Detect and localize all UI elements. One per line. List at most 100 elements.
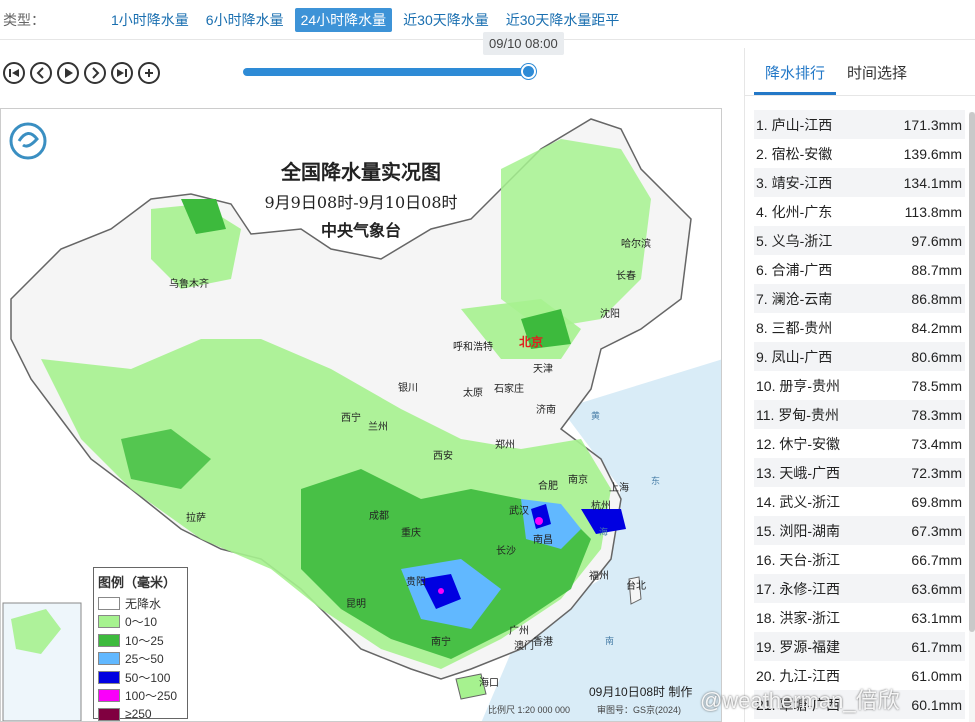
map-scale: 比例尺 1:20 000 000: [488, 705, 571, 715]
ranking-row[interactable]: 13. 天峨-广西 72.3mm: [754, 458, 965, 487]
city-label: 郑州: [495, 440, 515, 451]
legend-item: 无降水: [98, 594, 183, 613]
ranking-row[interactable]: 7. 澜沧-云南 86.8mm: [754, 284, 965, 313]
ranking-row[interactable]: 18. 洪家-浙江 63.1mm: [754, 603, 965, 632]
station-name: 19. 罗源-福建: [756, 638, 841, 655]
station-name: 12. 休宁-安徽: [756, 435, 841, 452]
precip-value: 86.8mm: [911, 290, 962, 307]
station-name: 10. 册亨-贵州: [756, 377, 841, 394]
precip-value: 139.6mm: [903, 145, 962, 162]
legend-title: 图例（毫米）: [98, 575, 177, 590]
legend-item: 0～10: [98, 613, 183, 632]
station-name: 6. 合浦-广西: [756, 261, 833, 278]
tab-precip-ranking[interactable]: 降水排行: [754, 62, 837, 95]
review-number: 审图号：GS京(2024): [597, 705, 682, 715]
city-label: 台北: [626, 581, 646, 592]
slider-track[interactable]: [243, 68, 529, 76]
sea-label: 东: [651, 476, 661, 486]
ranking-row[interactable]: 3. 靖安-江西 134.1mm: [754, 168, 965, 197]
station-name: 15. 浏阳-湖南: [756, 522, 841, 539]
zoom-in-icon[interactable]: [138, 62, 160, 84]
tab-6h-precip[interactable]: 6小时降水量: [200, 8, 290, 32]
map-agency: 中央气象台: [320, 221, 401, 240]
ranking-row[interactable]: 15. 浏阳-湖南 67.3mm: [754, 516, 965, 545]
precip-map[interactable]: 全国降水量实况图 9月9日08时-9月10日08时 中央气象台 乌鲁木齐 哈尔滨长…: [0, 108, 722, 722]
legend-item: 100～250: [98, 687, 183, 706]
ranking-row[interactable]: 5. 义乌-浙江 97.6mm: [754, 226, 965, 255]
ranking-row[interactable]: 2. 宿松-安徽 139.6mm: [754, 139, 965, 168]
city-label: 上海: [609, 483, 629, 494]
station-name: 17. 永修-江西: [756, 580, 841, 597]
ranking-row[interactable]: 16. 天台-浙江 66.7mm: [754, 545, 965, 574]
precip-value: 84.2mm: [911, 319, 962, 336]
city-label: 武汉: [509, 506, 529, 517]
ranking-row[interactable]: 1. 庐山-江西 171.3mm: [754, 110, 965, 139]
station-name: 1. 庐山-江西: [756, 116, 833, 133]
city-label: 澳门: [514, 641, 534, 652]
legend-swatch: [98, 615, 120, 629]
tab-30d-precip[interactable]: 近30天降水量: [397, 8, 495, 32]
made-time: 09月10日08时 制作: [589, 685, 693, 699]
skip-first-icon[interactable]: [3, 62, 25, 84]
legend-label: 10～25: [125, 633, 164, 648]
city-label: 哈尔滨: [621, 239, 651, 250]
station-name: 18. 洪家-浙江: [756, 609, 841, 626]
watermark: @weatherman_倍欣: [700, 688, 900, 713]
map-legend: 图例（毫米） 无降水 0～10 10～25 25～50 50～100 100～250 ≥25…: [93, 567, 188, 721]
city-label: 乌鲁木齐: [169, 279, 209, 290]
city-label: 南京: [568, 475, 588, 486]
ranking-row[interactable]: 6. 合浦-广西 88.7mm: [754, 255, 965, 284]
precip-value: 63.6mm: [911, 580, 962, 597]
precip-value: 61.0mm: [911, 667, 962, 684]
city-label: 天津: [533, 364, 553, 375]
station-name: 7. 澜沧-云南: [756, 290, 833, 307]
ranking-row[interactable]: 10. 册亨-贵州 78.5mm: [754, 371, 965, 400]
legend-swatch: [98, 596, 120, 610]
precip-value: 63.1mm: [911, 609, 962, 626]
ranking-row[interactable]: 12. 休宁-安徽 73.4mm: [754, 429, 965, 458]
legend-item: 25～50: [98, 650, 183, 669]
tab-30d-anomaly[interactable]: 近30天降水量距平: [500, 8, 626, 32]
legend-swatch: [98, 689, 120, 703]
precip-value: 69.8mm: [911, 493, 962, 510]
play-icon[interactable]: [57, 62, 79, 84]
legend-item: 10～25: [98, 631, 183, 650]
city-label: 长沙: [496, 546, 516, 557]
tab-24h-precip[interactable]: 24小时降水量: [294, 7, 393, 32]
time-slider[interactable]: [243, 64, 536, 79]
station-name: 14. 武义-浙江: [756, 493, 841, 510]
ranking-row[interactable]: 11. 罗甸-贵州 78.3mm: [754, 400, 965, 429]
city-label: 石家庄: [494, 384, 524, 395]
city-label: 济南: [536, 405, 556, 416]
ranking-row[interactable]: 17. 永修-江西 63.6mm: [754, 574, 965, 603]
slider-thumb[interactable]: [521, 64, 536, 79]
city-label: 合肥: [538, 481, 558, 492]
ranking-row[interactable]: 19. 罗源-福建 61.7mm: [754, 632, 965, 661]
skip-last-icon[interactable]: [111, 62, 133, 84]
ranking-scrollbar[interactable]: [969, 112, 975, 722]
precip-value: 61.7mm: [911, 638, 962, 655]
ranking-row[interactable]: 9. 凤山-广西 80.6mm: [754, 342, 965, 371]
city-label: 兰州: [368, 422, 388, 433]
ranking-row[interactable]: 8. 三都-贵州 84.2mm: [754, 313, 965, 342]
station-name: 9. 凤山-广西: [756, 348, 833, 365]
city-label: 沈阳: [600, 309, 620, 320]
city-label: 长春: [616, 271, 636, 282]
city-label: 西安: [433, 451, 453, 462]
legend-item: ≥250: [98, 705, 183, 721]
time-tooltip: 09/10 08:00: [483, 32, 564, 55]
next-icon[interactable]: [84, 62, 106, 84]
tab-time-select[interactable]: 时间选择: [836, 62, 918, 95]
legend-label: 0～10: [125, 615, 158, 630]
ranking-row[interactable]: 4. 化州-广东 113.8mm: [754, 197, 965, 226]
city-label: 香港: [533, 637, 553, 648]
ranking-row[interactable]: 14. 武义-浙江 69.8mm: [754, 487, 965, 516]
map-title: 全国降水量实况图: [281, 160, 441, 184]
legend-swatch: [98, 633, 120, 647]
tab-1h-precip[interactable]: 1小时降水量: [105, 8, 195, 32]
prev-icon[interactable]: [30, 62, 52, 84]
scroll-thumb[interactable]: [969, 112, 975, 632]
station-name: 5. 义乌-浙江: [756, 232, 833, 249]
city-label: 北京: [519, 335, 544, 349]
city-label: 广州: [509, 626, 529, 637]
